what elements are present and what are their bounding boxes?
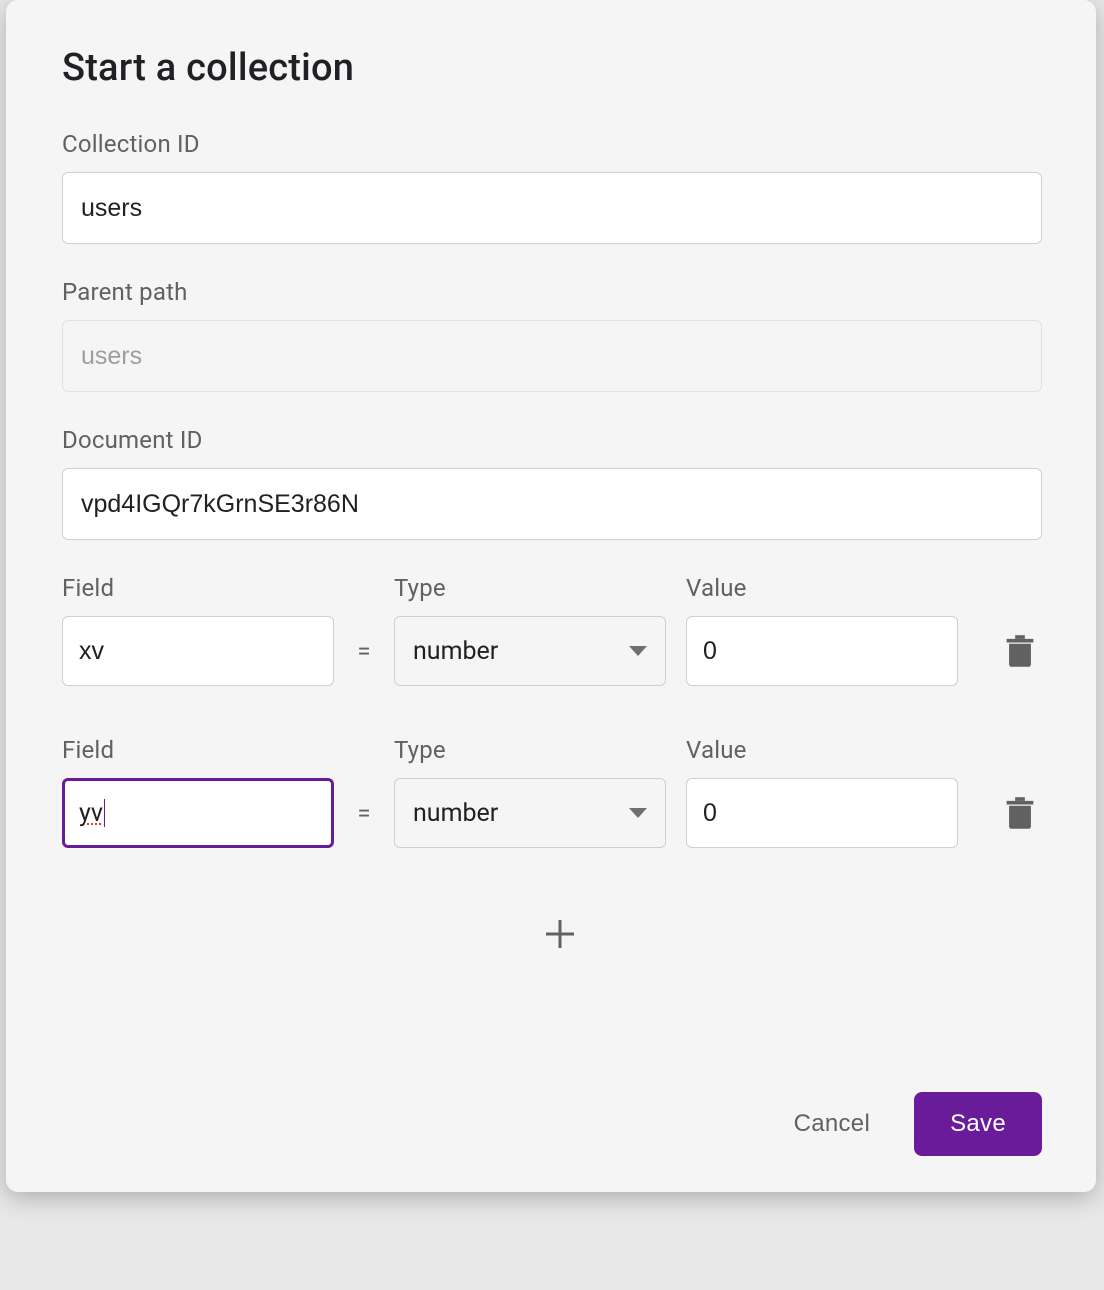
field-type-label: Type	[394, 736, 666, 764]
delete-field-button[interactable]	[999, 790, 1041, 836]
field-row: Field = Type number Value	[62, 574, 1042, 686]
chevron-down-icon	[629, 808, 647, 818]
parent-path-input	[62, 320, 1042, 392]
document-id-input[interactable]	[62, 468, 1042, 540]
field-value-label: Value	[686, 736, 958, 764]
document-id-label: Document ID	[62, 426, 1042, 454]
save-button[interactable]: Save	[914, 1092, 1042, 1156]
add-field-button[interactable]	[78, 908, 1042, 963]
collection-id-label: Collection ID	[62, 130, 1042, 158]
field-value-input[interactable]	[686, 778, 958, 848]
field-value-input[interactable]	[686, 616, 958, 686]
field-type-value: number	[413, 799, 498, 828]
document-id-group: Document ID	[62, 426, 1042, 540]
field-name-label: Field	[62, 574, 334, 602]
equals-sign: =	[354, 616, 374, 686]
start-collection-dialog: Start a collection Collection ID Parent …	[6, 0, 1096, 1192]
chevron-down-icon	[629, 646, 647, 656]
field-type-label: Type	[394, 574, 666, 602]
collection-id-input[interactable]	[62, 172, 1042, 244]
collection-id-group: Collection ID	[62, 130, 1042, 244]
field-row: Field yv = Type number Value	[62, 736, 1042, 848]
text-caret	[104, 799, 105, 827]
field-type-select[interactable]: number	[394, 616, 666, 686]
delete-field-button[interactable]	[999, 628, 1041, 674]
field-value-label: Value	[686, 574, 958, 602]
cancel-button[interactable]: Cancel	[782, 1096, 883, 1152]
field-name-label: Field	[62, 736, 334, 764]
parent-path-label: Parent path	[62, 278, 1042, 306]
equals-sign: =	[354, 778, 374, 848]
trash-icon	[1005, 796, 1035, 830]
dialog-actions: Cancel Save	[62, 1092, 1042, 1156]
dialog-title: Start a collection	[62, 46, 1042, 90]
field-name-input[interactable]: yv	[62, 778, 334, 848]
field-type-select[interactable]: number	[394, 778, 666, 848]
field-type-value: number	[413, 637, 498, 666]
plus-icon	[542, 916, 578, 952]
parent-path-group: Parent path	[62, 278, 1042, 392]
field-name-input[interactable]	[62, 616, 334, 686]
trash-icon	[1005, 634, 1035, 668]
